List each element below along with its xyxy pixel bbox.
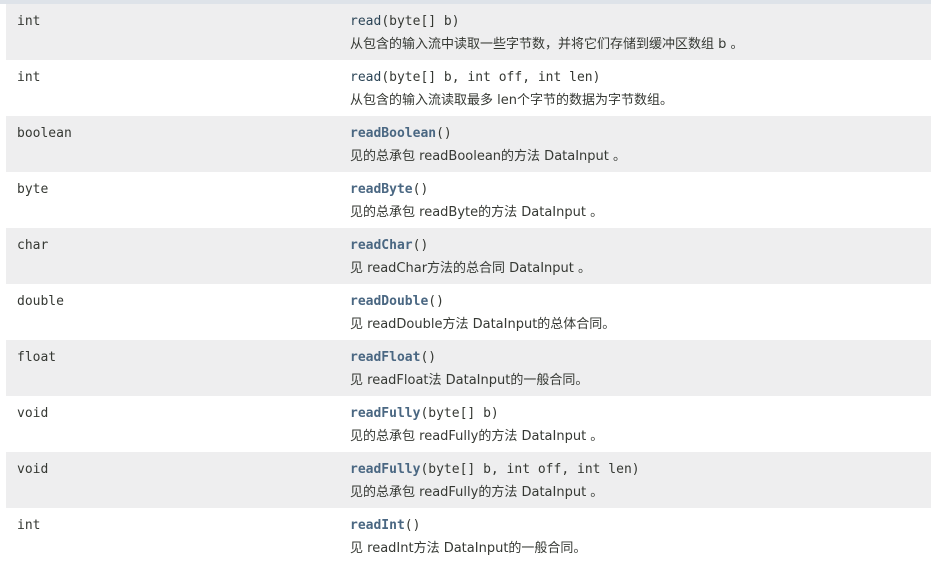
method-signature: read(byte[] b)	[350, 14, 931, 32]
method-params: ()	[436, 126, 452, 141]
method-params: (byte[] b)	[381, 14, 460, 29]
return-type: boolean	[17, 126, 72, 141]
method-description: 从包含的输入流中读取一些字节数，并将它们存储到缓冲区数组 b 。	[350, 37, 744, 52]
method-params: (byte[] b, int off, int len)	[420, 462, 640, 477]
method-signature: readInt()	[350, 518, 931, 536]
method-description: 见 readFloat法 DataInput的一般合同。	[350, 373, 589, 388]
table-row: char readChar() 见 readChar方法的总合同 DataInp…	[6, 228, 931, 284]
return-type: double	[17, 294, 64, 309]
method-link[interactable]: readFully	[350, 462, 420, 477]
method-link[interactable]: readFloat	[350, 350, 420, 365]
return-type: int	[17, 14, 41, 29]
method-cell: readDouble() 见 readDouble方法 DataInput的总体…	[343, 284, 931, 340]
method-link[interactable]: readFully	[350, 406, 420, 421]
return-type: char	[17, 238, 49, 253]
method-signature: readDouble()	[350, 294, 931, 312]
method-cell: read(byte[] b) 从包含的输入流中读取一些字节数，并将它们存储到缓冲…	[343, 4, 931, 60]
return-type: float	[17, 350, 57, 365]
method-description: 见的总承包 readFully的方法 DataInput 。	[350, 429, 604, 444]
table-row: int read(byte[] b) 从包含的输入流中读取一些字节数，并将它们存…	[6, 4, 931, 60]
method-description: 见 readInt方法 DataInput的一般合同。	[350, 541, 587, 556]
method-link[interactable]: read	[350, 14, 381, 29]
method-link[interactable]: readByte	[350, 182, 413, 197]
method-description: 见的总承包 readFully的方法 DataInput 。	[350, 485, 604, 500]
method-signature: readByte()	[350, 182, 931, 200]
method-params: ()	[420, 350, 437, 365]
method-params: ()	[428, 294, 444, 309]
method-description: 从包含的输入流读取最多 len个字节的数据为字节数组。	[350, 93, 673, 108]
method-link[interactable]: readInt	[350, 518, 405, 533]
method-summary-table: int read(byte[] b) 从包含的输入流中读取一些字节数，并将它们存…	[6, 4, 931, 564]
method-cell: readInt() 见 readInt方法 DataInput的一般合同。	[343, 508, 931, 564]
method-signature: readChar()	[350, 238, 931, 256]
method-params: (byte[] b)	[420, 406, 499, 421]
method-description: 见 readChar方法的总合同 DataInput 。	[350, 261, 592, 276]
method-cell: readFully(byte[] b) 见的总承包 readFully的方法 D…	[343, 396, 931, 452]
method-link[interactable]: readBoolean	[350, 126, 436, 141]
table-row: double readDouble() 见 readDouble方法 DataI…	[6, 284, 931, 340]
method-link[interactable]: readDouble	[350, 294, 428, 309]
method-params: (byte[] b, int off, int len)	[381, 70, 601, 85]
method-cell: readChar() 见 readChar方法的总合同 DataInput 。	[343, 228, 931, 284]
method-signature: read(byte[] b, int off, int len)	[350, 70, 931, 88]
method-signature: readFloat()	[350, 350, 931, 368]
method-link[interactable]: readChar	[350, 238, 413, 253]
table-row: void readFully(byte[] b, int off, int le…	[6, 452, 931, 508]
return-type: byte	[17, 182, 49, 197]
table-row: int readInt() 见 readInt方法 DataInput的一般合同…	[6, 508, 931, 564]
method-params: ()	[412, 238, 429, 253]
return-type: void	[17, 462, 49, 477]
table-row: byte readByte() 见的总承包 readByte的方法 DataIn…	[6, 172, 931, 228]
table-row: void readFully(byte[] b) 见的总承包 readFully…	[6, 396, 931, 452]
table-row: float readFloat() 见 readFloat法 DataInput…	[6, 340, 931, 396]
method-description: 见 readDouble方法 DataInput的总体合同。	[350, 317, 616, 332]
method-signature: readBoolean()	[350, 126, 931, 144]
table-row: int read(byte[] b, int off, int len) 从包含…	[6, 60, 931, 116]
method-cell: readFloat() 见 readFloat法 DataInput的一般合同。	[343, 340, 931, 396]
return-type: int	[17, 518, 41, 533]
method-params: ()	[412, 182, 429, 197]
return-type: int	[17, 70, 41, 85]
method-description: 见的总承包 readByte的方法 DataInput 。	[350, 205, 604, 220]
method-cell: readByte() 见的总承包 readByte的方法 DataInput 。	[343, 172, 931, 228]
method-cell: read(byte[] b, int off, int len) 从包含的输入流…	[343, 60, 931, 116]
method-link[interactable]: read	[350, 70, 381, 85]
method-cell: readFully(byte[] b, int off, int len) 见的…	[343, 452, 931, 508]
table-row: boolean readBoolean() 见的总承包 readBoolean的…	[6, 116, 931, 172]
method-cell: readBoolean() 见的总承包 readBoolean的方法 DataI…	[343, 116, 931, 172]
return-type: void	[17, 406, 49, 421]
method-signature: readFully(byte[] b, int off, int len)	[350, 462, 931, 480]
api-method-summary-page: int read(byte[] b) 从包含的输入流中读取一些字节数，并将它们存…	[0, 0, 931, 564]
method-signature: readFully(byte[] b)	[350, 406, 931, 424]
method-description: 见的总承包 readBoolean的方法 DataInput 。	[350, 149, 627, 164]
method-params: ()	[404, 518, 421, 533]
